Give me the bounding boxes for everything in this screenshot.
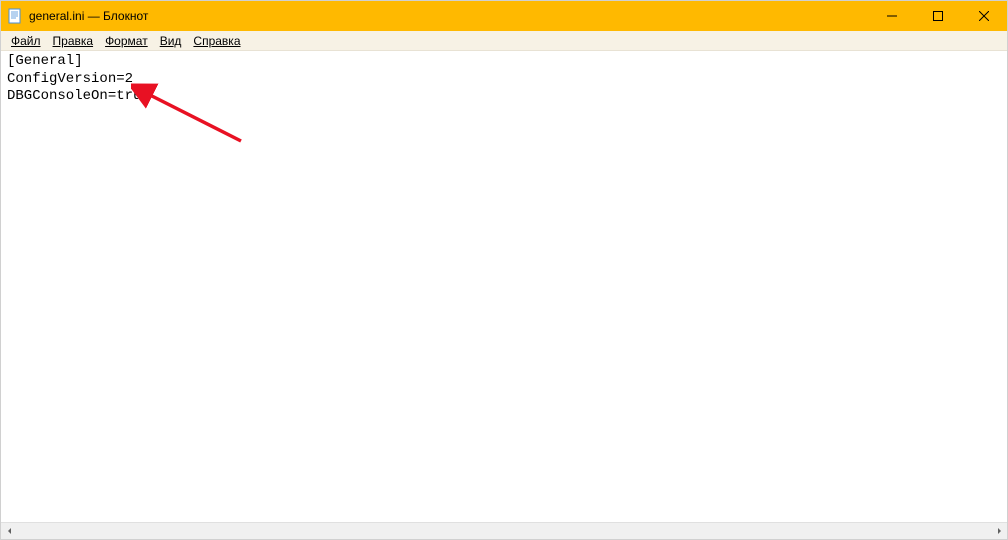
titlebar[interactable]: general.ini — Блокнот <box>1 1 1007 31</box>
menu-view[interactable]: Вид <box>154 32 188 50</box>
text-line: DBGConsoleOn=true <box>7 88 150 104</box>
window-title: general.ini — Блокнот <box>29 9 148 23</box>
text-line: ConfigVersion=2 <box>7 71 133 87</box>
editor-area[interactable]: [General] ConfigVersion=2 DBGConsoleOn=t… <box>1 51 1007 539</box>
text-content[interactable]: [General] ConfigVersion=2 DBGConsoleOn=t… <box>1 51 1007 108</box>
text-line: [General] <box>7 53 83 69</box>
menu-help[interactable]: Справка <box>187 32 246 50</box>
titlebar-left: general.ini — Блокнот <box>1 8 148 24</box>
notepad-icon <box>7 8 23 24</box>
horizontal-scrollbar[interactable] <box>1 522 1007 539</box>
scroll-right-icon[interactable] <box>990 523 1007 540</box>
minimize-button[interactable] <box>869 1 915 31</box>
scroll-left-icon[interactable] <box>1 523 18 540</box>
close-button[interactable] <box>961 1 1007 31</box>
menu-file[interactable]: Файл <box>5 32 47 50</box>
notepad-window: general.ini — Блокнот Файл Правка Формат… <box>0 0 1008 540</box>
menu-format[interactable]: Формат <box>99 32 154 50</box>
menu-edit[interactable]: Правка <box>47 32 100 50</box>
maximize-button[interactable] <box>915 1 961 31</box>
window-controls <box>869 1 1007 31</box>
menubar: Файл Правка Формат Вид Справка <box>1 31 1007 51</box>
